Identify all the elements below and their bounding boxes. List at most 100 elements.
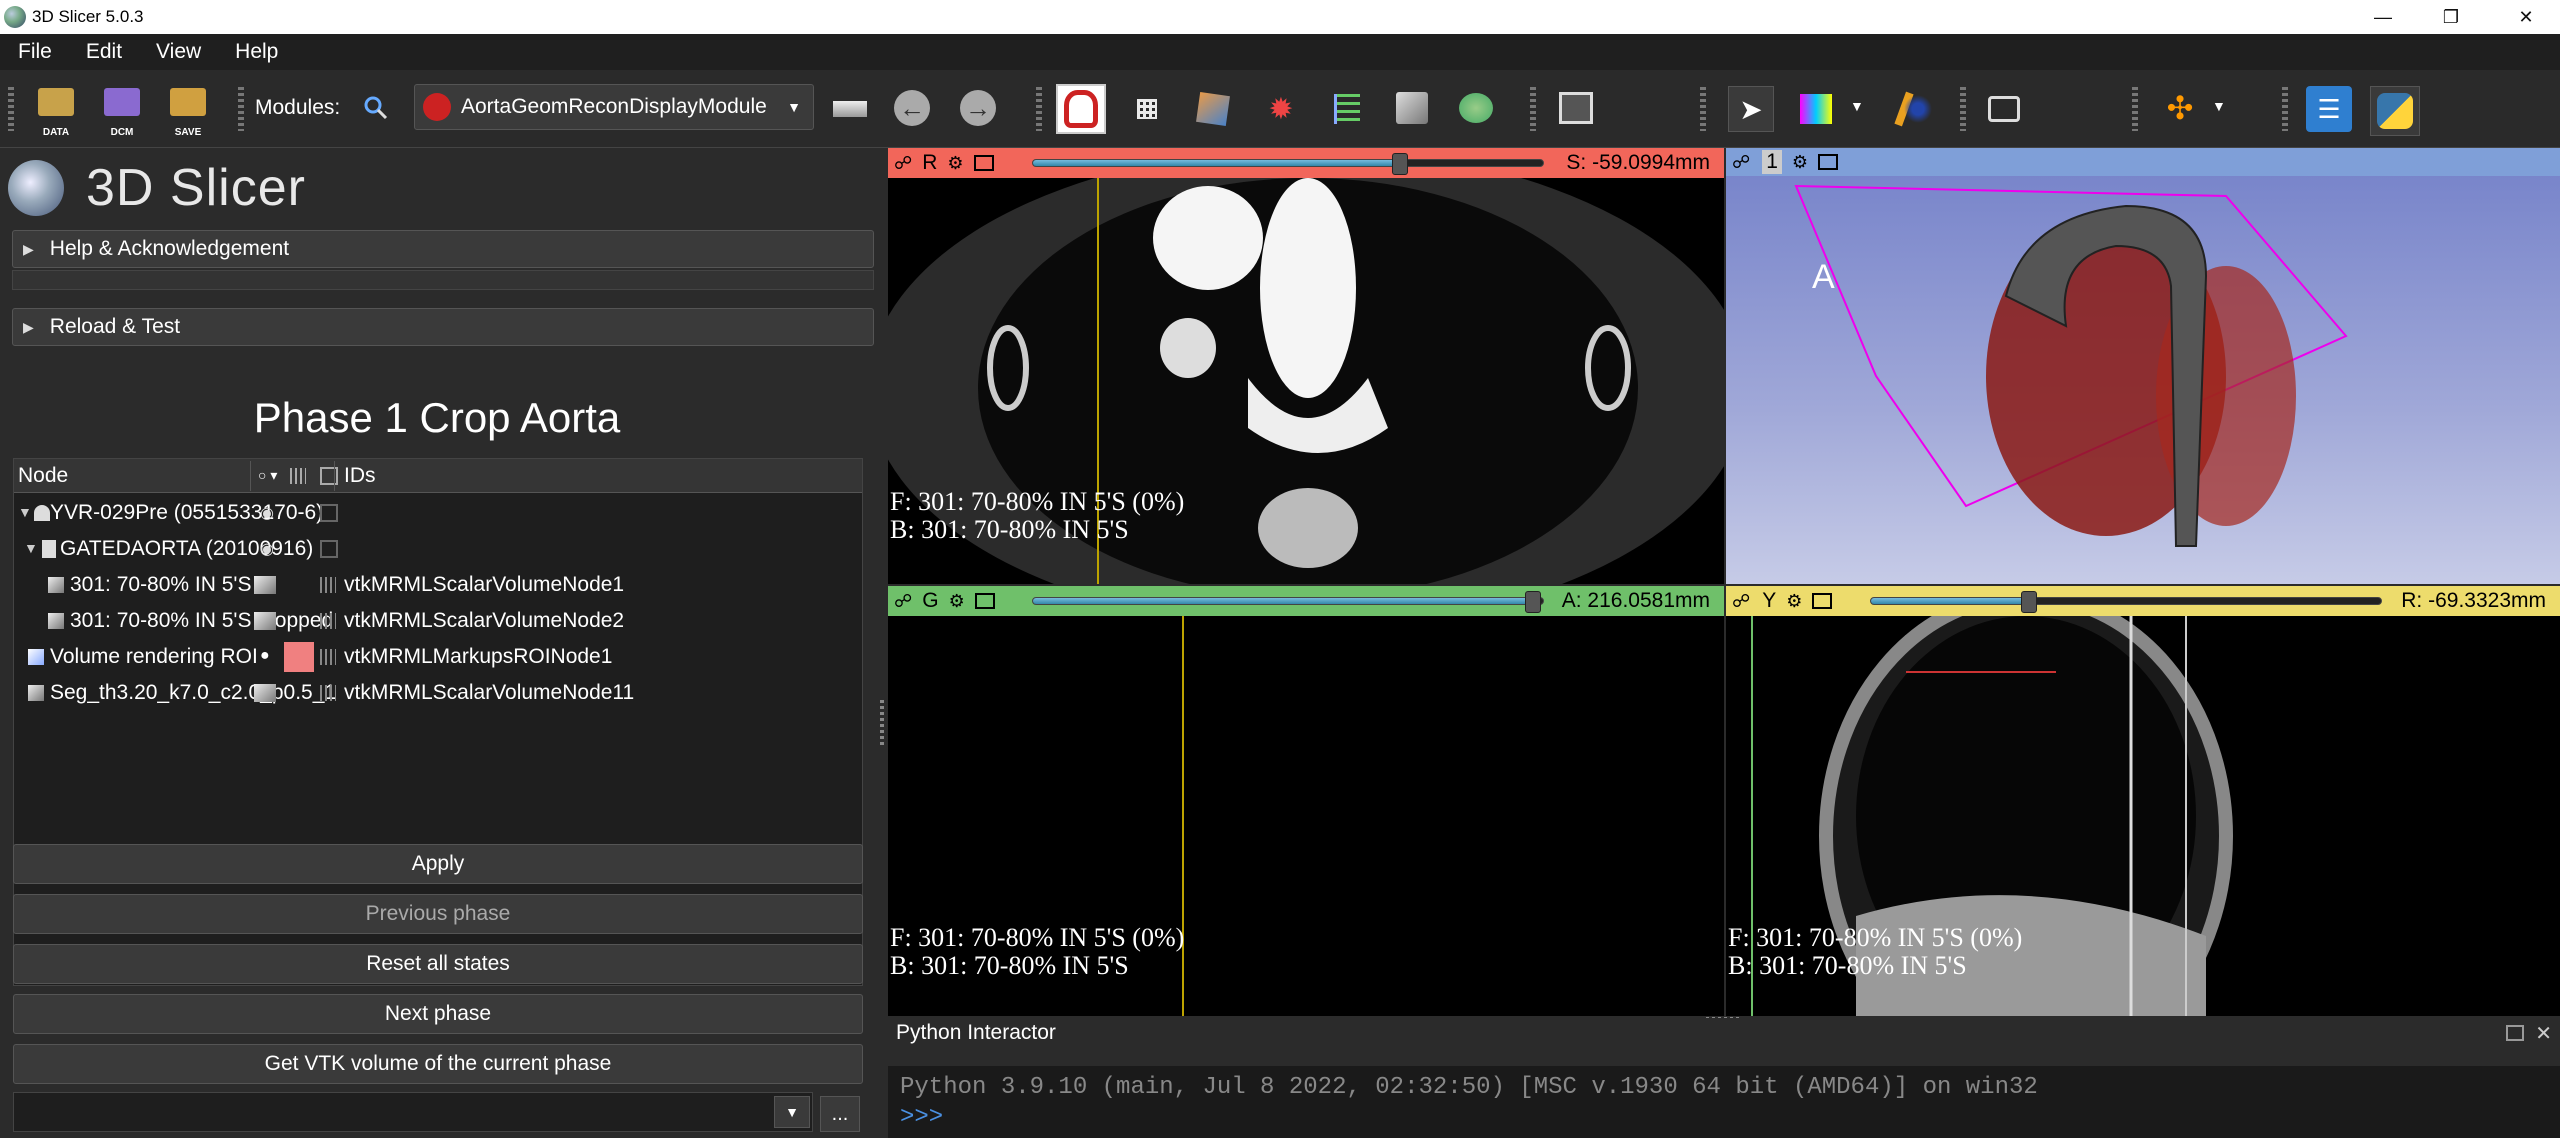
- eye-icon[interactable]: ◉: [260, 539, 274, 559]
- window-level-button[interactable]: [1796, 90, 1836, 128]
- collapse-arrow-icon[interactable]: ▼: [24, 540, 38, 556]
- pin-icon[interactable]: ☍: [894, 153, 912, 174]
- toolbar-grip[interactable]: [1036, 87, 1042, 131]
- toolbar-grip[interactable]: [1700, 87, 1706, 131]
- node-column-header[interactable]: Node: [18, 464, 68, 488]
- tree-row-roi[interactable]: Volume rendering ROI ● vtkMRMLMarkupsROI…: [14, 639, 862, 675]
- grid-module-button[interactable]: [1130, 92, 1164, 126]
- module-history-button[interactable]: [830, 92, 870, 126]
- threed-view[interactable]: ☍ 1 ⚙ A: [1726, 148, 2560, 584]
- close-icon[interactable]: ✕: [2535, 1021, 2552, 1046]
- maximize-view-icon[interactable]: [1812, 593, 1833, 609]
- red-slice-slider[interactable]: [1032, 153, 1544, 175]
- toolbar-grip[interactable]: [2282, 87, 2288, 131]
- more-button[interactable]: ...: [820, 1096, 860, 1132]
- pin-icon[interactable]: ☍: [894, 591, 912, 612]
- screenshot-button[interactable]: [1984, 90, 2024, 128]
- module-search-icon[interactable]: [360, 92, 392, 124]
- reset-all-states-button[interactable]: Reset all states: [13, 944, 863, 984]
- toolbar-grip[interactable]: [2132, 87, 2138, 131]
- python-prompt[interactable]: >>>: [900, 1104, 943, 1131]
- yellow-slice-slider[interactable]: [1870, 591, 2382, 613]
- get-vtk-volume-button[interactable]: Get VTK volume of the current phase: [13, 1044, 863, 1084]
- menu-help[interactable]: Help: [217, 40, 294, 64]
- reload-test-section[interactable]: ▶ Reload & Test: [12, 308, 874, 346]
- python-interactor-title: Python Interactor: [896, 1021, 1056, 1044]
- toolbar-grip[interactable]: [238, 87, 244, 131]
- link-icon[interactable]: ⚙: [1786, 591, 1802, 612]
- tree-row-seg[interactable]: Seg_th3.20_k7.0_c2.0_p0.5_1 vtkMRMLScala…: [14, 675, 862, 711]
- collapse-arrow-icon[interactable]: ▼: [18, 504, 32, 520]
- link-icon[interactable]: ⚙: [949, 591, 965, 612]
- pin-icon[interactable]: ☍: [1732, 152, 1750, 173]
- red-slice-view[interactable]: ☍ R ⚙ S: -59.0994mm F: 301: 70-80% IN 5'…: [888, 148, 1724, 584]
- extensions-button[interactable]: ☰: [2306, 86, 2352, 132]
- pointer-mode-button[interactable]: ➤: [1728, 86, 1774, 132]
- visibility-column-icon[interactable]: ○ ▾: [258, 467, 277, 484]
- foreground-label: F: 301: 70-80% IN 5'S (0%): [890, 923, 1185, 952]
- link-icon[interactable]: ⚙: [1792, 152, 1808, 173]
- aorta-module-button[interactable]: [1056, 84, 1106, 134]
- volume-visibility-icon[interactable]: [254, 612, 276, 630]
- python-console[interactable]: Python 3.9.10 (main, Jul 8 2022, 02:32:5…: [888, 1066, 2560, 1138]
- bottom-node-selector[interactable]: [13, 1092, 813, 1132]
- transform-column-icon[interactable]: [320, 467, 338, 485]
- volumes-module-button[interactable]: [1194, 90, 1232, 128]
- slider-knob[interactable]: [2021, 591, 2038, 613]
- slider-knob[interactable]: [1524, 591, 1541, 613]
- tree-row-volume-cropped[interactable]: 301: 70-80% IN 5'S cropped vtkMRMLScalar…: [14, 603, 862, 639]
- module-selector[interactable]: AortaGeomReconDisplayModule ▼: [414, 84, 814, 130]
- green-slice-view[interactable]: ☍ G ⚙ A: 216.0581mm F: 301: 70-80% IN 5'…: [888, 586, 1724, 1016]
- previous-phase-button[interactable]: Previous phase: [13, 894, 863, 934]
- load-data-button[interactable]: DATA: [32, 82, 80, 138]
- data-module-button[interactable]: [1328, 90, 1366, 128]
- load-dicom-button[interactable]: DCM: [98, 82, 146, 138]
- maximize-view-icon[interactable]: [1818, 154, 1839, 170]
- menu-view[interactable]: View: [138, 40, 217, 64]
- python-console-button[interactable]: [2370, 86, 2420, 136]
- crosshair-dots-button[interactable]: [1900, 90, 1936, 128]
- save-button[interactable]: SAVE: [164, 82, 212, 138]
- forward-button[interactable]: →: [958, 88, 998, 128]
- slider-knob[interactable]: [1392, 153, 1409, 175]
- help-acknowledgement-section[interactable]: ▶ Help & Acknowledgement: [12, 230, 874, 268]
- yellow-slice-view[interactable]: ☍ Y ⚙ R: -69.3323mm F: 301: 70-80% IN 5'…: [1726, 586, 2560, 1016]
- menu-edit[interactable]: Edit: [68, 40, 138, 64]
- apply-button[interactable]: Apply: [13, 844, 863, 884]
- maximize-view-icon[interactable]: [973, 155, 994, 171]
- chevron-down-icon[interactable]: ▼: [774, 1096, 810, 1128]
- maximize-button[interactable]: ❐: [2417, 0, 2485, 34]
- eye-icon[interactable]: ●: [260, 647, 270, 665]
- models-module-button[interactable]: [1456, 88, 1496, 128]
- chevron-down-icon[interactable]: ▼: [1850, 98, 1864, 114]
- green-slice-slider[interactable]: [1032, 591, 1544, 613]
- roi-color-swatch[interactable]: [284, 642, 314, 672]
- extensions-icon: ☰: [2317, 93, 2341, 124]
- markups-module-button[interactable]: ✹: [1262, 90, 1300, 128]
- toolbar-grip[interactable]: [1960, 87, 1966, 131]
- close-button[interactable]: ✕: [2492, 0, 2560, 34]
- crosshair-button[interactable]: ✣: [2160, 88, 2200, 128]
- eye-icon[interactable]: ◉: [260, 503, 274, 523]
- volume-visibility-icon[interactable]: [254, 684, 276, 702]
- ids-column-header[interactable]: IDs: [344, 464, 376, 488]
- menu-file[interactable]: File: [0, 40, 68, 64]
- toolbar-grip[interactable]: [1530, 87, 1536, 131]
- layout-button[interactable]: [1556, 88, 1596, 128]
- next-phase-button[interactable]: Next phase: [13, 994, 863, 1034]
- panel-splitter-handle[interactable]: [880, 700, 884, 746]
- maximize-view-icon[interactable]: [974, 593, 995, 609]
- minimize-button[interactable]: —: [2349, 0, 2417, 34]
- link-icon[interactable]: ⚙: [947, 153, 963, 174]
- pin-icon[interactable]: ☍: [1732, 591, 1750, 612]
- toolbar-grip[interactable]: [8, 87, 14, 131]
- tree-row-volume[interactable]: 301: 70-80% IN 5'S vtkMRMLScalarVolumeNo…: [14, 567, 862, 603]
- back-button[interactable]: ←: [892, 88, 932, 128]
- volume-visibility-icon[interactable]: [254, 576, 276, 594]
- segment-editor-button[interactable]: [1392, 88, 1432, 128]
- color-column-icon[interactable]: [290, 468, 306, 484]
- tree-row-study[interactable]: ▼ GATEDAORTA (20100916) ◉: [14, 531, 862, 567]
- chevron-down-icon[interactable]: ▼: [2212, 98, 2226, 114]
- undock-icon[interactable]: [2506, 1025, 2524, 1041]
- tree-row-patient[interactable]: ▼ YVR-029Pre (0551533170-6) ◉: [14, 495, 862, 531]
